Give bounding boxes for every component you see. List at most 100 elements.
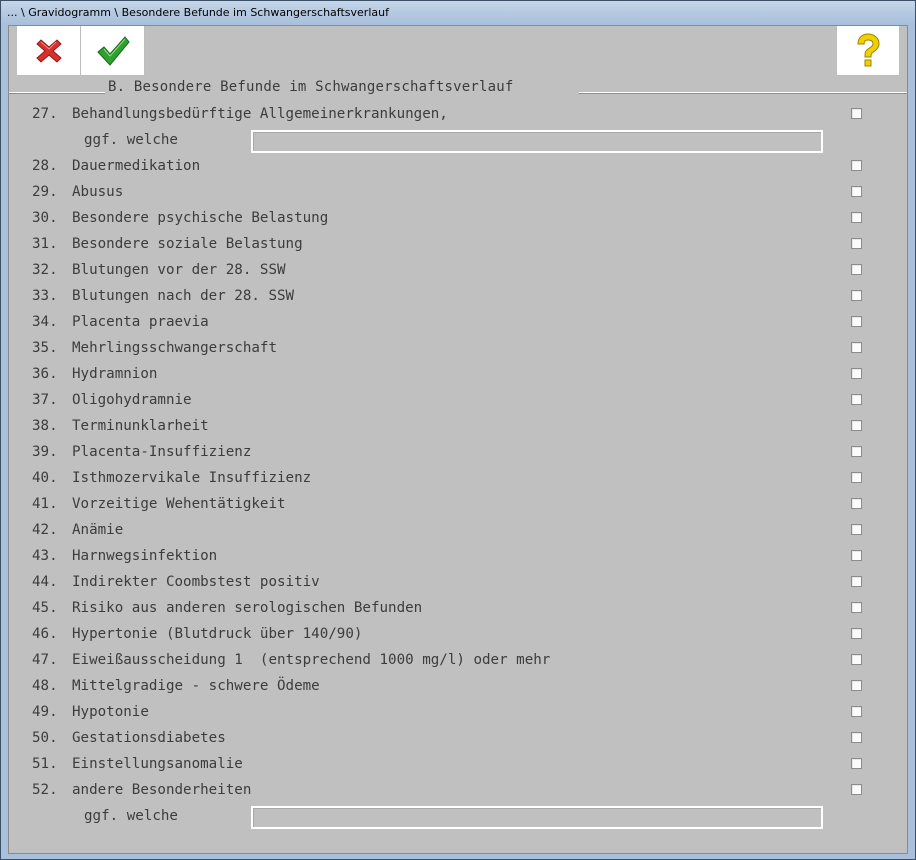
finding-checkbox[interactable] — [851, 732, 862, 743]
finding-row: 31. Besondere soziale Belastung — [32, 234, 892, 254]
section-line-right — [579, 92, 907, 93]
finding-checkbox[interactable] — [851, 550, 862, 561]
finding-number: 33. — [32, 288, 58, 304]
finding-label: Gestationsdiabetes — [72, 730, 226, 746]
finding-row: 30. Besondere psychische Belastung — [32, 208, 892, 228]
finding-row: 51. Einstellungsanomalie — [32, 754, 892, 774]
welche-label-27: ggf. welche — [84, 132, 178, 148]
finding-row: 34. Placenta praevia — [32, 312, 892, 332]
finding-label: Hydramnion — [72, 366, 158, 382]
finding-checkbox[interactable] — [851, 420, 862, 431]
finding-checkbox[interactable] — [851, 316, 862, 327]
finding-row: 29. Abusus — [32, 182, 892, 202]
finding-label: Besondere psychische Belastung — [72, 210, 329, 226]
finding-checkbox[interactable] — [851, 394, 862, 405]
finding-checkbox[interactable] — [851, 498, 862, 509]
finding-number: 50. — [32, 730, 58, 746]
finding-row: 48. Mittelgradige - schwere Ödeme — [32, 676, 892, 696]
finding-checkbox[interactable] — [851, 524, 862, 535]
window-title: ... \ Gravidogramm \ Besondere Befunde i… — [7, 6, 389, 19]
finding-number: 46. — [32, 626, 58, 642]
finding-label: Abusus — [72, 184, 124, 200]
welche-input-27[interactable] — [251, 130, 823, 153]
finding-number: 47. — [32, 652, 58, 668]
red-x-icon — [35, 38, 62, 63]
finding-checkbox[interactable] — [851, 368, 862, 379]
finding-checkbox[interactable] — [851, 576, 862, 587]
finding-checkbox[interactable] — [851, 706, 862, 717]
finding-checkbox[interactable] — [851, 108, 862, 119]
finding-label: Anämie — [72, 522, 124, 538]
section-title: B. Besondere Befunde im Schwangerschafts… — [107, 79, 515, 95]
finding-number: 44. — [32, 574, 58, 590]
finding-number: 28. — [32, 158, 58, 174]
help-button[interactable] — [836, 26, 900, 76]
finding-label: Behandlungsbedürftige Allgemeinerkrankun… — [72, 106, 448, 122]
finding-checkbox[interactable] — [851, 160, 862, 171]
finding-label: Placenta-Insuffizienz — [72, 444, 252, 460]
finding-label: Blutungen nach der 28. SSW — [72, 288, 295, 304]
finding-checkbox[interactable] — [851, 446, 862, 457]
section-line-left — [9, 92, 105, 93]
finding-number: 49. — [32, 704, 58, 720]
finding-number: 30. — [32, 210, 58, 226]
finding-number: 34. — [32, 314, 58, 330]
finding-number: 41. — [32, 496, 58, 512]
finding-row: 28. Dauermedikation — [32, 156, 892, 176]
confirm-button[interactable] — [81, 26, 145, 76]
finding-number: 45. — [32, 600, 58, 616]
finding-number: 38. — [32, 418, 58, 434]
welche-label-52: ggf. welche — [84, 808, 178, 824]
finding-number: 40. — [32, 470, 58, 486]
finding-checkbox[interactable] — [851, 758, 862, 769]
finding-number: 39. — [32, 444, 58, 460]
finding-row: 42. Anämie — [32, 520, 892, 540]
finding-row: 35. Mehrlingsschwangerschaft — [32, 338, 892, 358]
finding-checkbox[interactable] — [851, 264, 862, 275]
finding-number: 27. — [32, 106, 58, 122]
finding-row: 43. Harnwegsinfektion — [32, 546, 892, 566]
finding-checkbox[interactable] — [851, 784, 862, 795]
form-client-area: B. Besondere Befunde im Schwangerschafts… — [8, 25, 908, 854]
finding-label: Eiweißausscheidung 1 (entsprechend 1000 … — [72, 652, 551, 668]
finding-label: Mehrlingsschwangerschaft — [72, 340, 277, 356]
finding-label: andere Besonderheiten — [72, 782, 252, 798]
finding-number: 37. — [32, 392, 58, 408]
finding-row: 41. Vorzeitige Wehentätigkeit — [32, 494, 892, 514]
finding-number: 42. — [32, 522, 58, 538]
finding-number: 29. — [32, 184, 58, 200]
finding-label: Oligohydramnie — [72, 392, 192, 408]
finding-checkbox[interactable] — [851, 212, 862, 223]
cancel-button[interactable] — [17, 26, 81, 76]
finding-row: 50. Gestationsdiabetes — [32, 728, 892, 748]
finding-number: 35. — [32, 340, 58, 356]
finding-row: 38. Terminunklarheit — [32, 416, 892, 436]
finding-checkbox[interactable] — [851, 628, 862, 639]
finding-row: 46. Hypertonie (Blutdruck über 140/90) — [32, 624, 892, 644]
finding-label: Placenta praevia — [72, 314, 209, 330]
finding-checkbox[interactable] — [851, 602, 862, 613]
finding-label: Vorzeitige Wehentätigkeit — [72, 496, 286, 512]
finding-checkbox[interactable] — [851, 342, 862, 353]
finding-number: 52. — [32, 782, 58, 798]
app-window: ... \ Gravidogramm \ Besondere Befunde i… — [0, 0, 916, 860]
finding-number: 51. — [32, 756, 58, 772]
finding-label: Terminunklarheit — [72, 418, 209, 434]
finding-checkbox[interactable] — [851, 186, 862, 197]
finding-row: 47. Eiweißausscheidung 1 (entsprechend 10… — [32, 650, 892, 670]
finding-number: 32. — [32, 262, 58, 278]
finding-row: 32. Blutungen vor der 28. SSW — [32, 260, 892, 280]
finding-row: 37. Oligohydramnie — [32, 390, 892, 410]
finding-row: 40. Isthmozervikale Insuffizienz — [32, 468, 892, 488]
finding-checkbox[interactable] — [851, 680, 862, 691]
finding-row: 45. Risiko aus anderen serologischen Befu… — [32, 598, 892, 618]
finding-row: 27. Behandlungsbedürftige Allgemeinerkran… — [32, 104, 892, 124]
finding-checkbox[interactable] — [851, 654, 862, 665]
finding-checkbox[interactable] — [851, 238, 862, 249]
finding-checkbox[interactable] — [851, 290, 862, 301]
finding-label: Hypotonie — [72, 704, 149, 720]
finding-label: Besondere soziale Belastung — [72, 236, 303, 252]
finding-row: 39. Placenta-Insuffizienz — [32, 442, 892, 462]
finding-checkbox[interactable] — [851, 472, 862, 483]
welche-input-52[interactable] — [251, 806, 823, 829]
